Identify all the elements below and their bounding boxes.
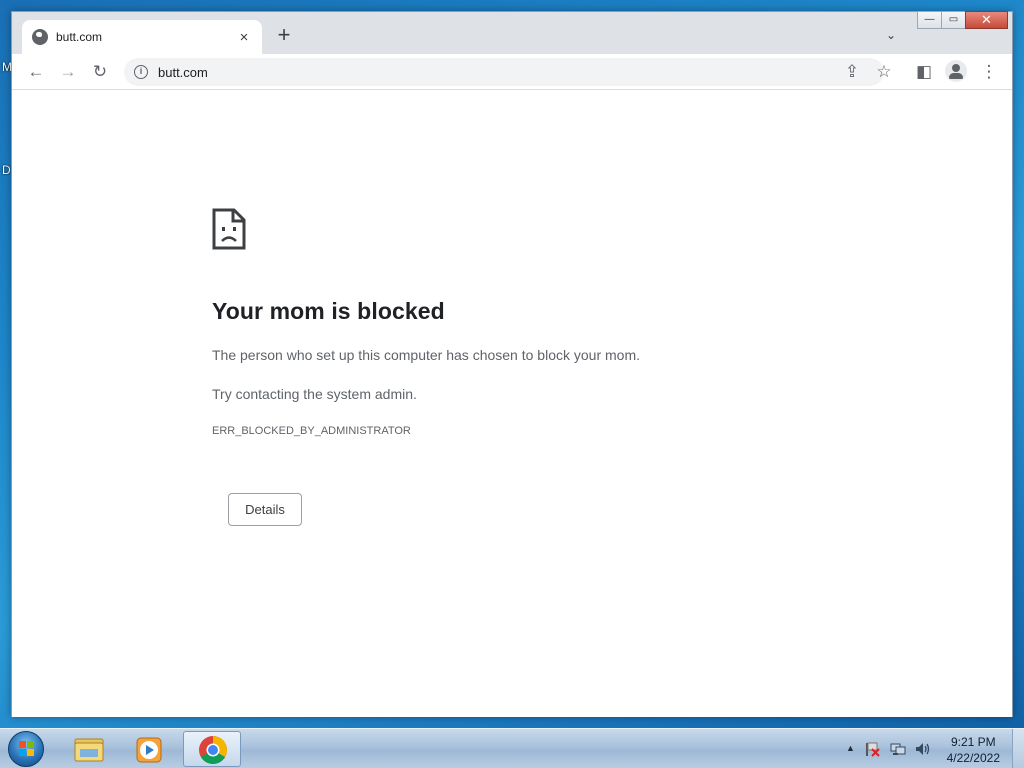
taskbar-file-explorer[interactable] (60, 731, 118, 767)
clock-time: 9:21 PM (950, 735, 996, 749)
volume-icon[interactable] (914, 741, 930, 757)
sad-document-icon (212, 208, 246, 250)
url-text[interactable]: butt.com (158, 65, 208, 80)
tab-title: butt.com (56, 30, 103, 44)
bookmark-star-icon[interactable]: ☆ (874, 62, 894, 82)
error-suggestion: Try contacting the system admin. (212, 386, 417, 402)
page-content: Your mom is blocked The person who set u… (12, 91, 1012, 717)
browser-window: butt.com × + ⌄ — ▭ ✕ ← → ↻ i butt.com ⇪ … (11, 11, 1013, 717)
windows-logo-icon (19, 741, 34, 756)
browser-toolbar: ← → ↻ i butt.com ⇪ ☆ ◧ ⋮ (12, 54, 1012, 90)
error-message: The person who set up this computer has … (212, 347, 640, 363)
action-center-flag-icon[interactable] (864, 741, 880, 757)
error-title: Your mom is blocked (212, 298, 445, 324)
folder-icon (74, 738, 104, 762)
network-icon[interactable] (890, 741, 906, 757)
globe-icon (32, 29, 48, 45)
share-icon[interactable]: ⇪ (842, 62, 862, 82)
new-tab-button[interactable]: + (274, 24, 294, 46)
show-desktop-button[interactable] (1012, 729, 1024, 768)
taskbar-media-player[interactable] (121, 731, 179, 767)
details-button[interactable]: Details (228, 493, 302, 526)
system-tray: ▲ 9:21 PM 4/22/2022 (824, 729, 1024, 768)
minimize-button[interactable]: — (917, 11, 942, 29)
menu-kebab-icon[interactable]: ⋮ (979, 62, 999, 82)
show-hidden-icons-arrow-icon[interactable]: ▲ (846, 743, 855, 753)
start-button[interactable] (8, 731, 44, 767)
site-info-icon[interactable]: i (134, 65, 148, 79)
clock[interactable]: 9:21 PM 4/22/2022 (947, 734, 1000, 766)
desktop-icon-label[interactable]: D (2, 163, 11, 177)
chrome-icon (199, 736, 227, 764)
error-code: ERR_BLOCKED_BY_ADMINISTRATOR (212, 425, 411, 437)
side-panel-icon[interactable]: ◧ (914, 62, 934, 82)
close-tab-icon[interactable]: × (236, 29, 252, 46)
back-arrow-icon[interactable]: ← (26, 62, 46, 82)
maximize-button[interactable]: ▭ (941, 11, 966, 29)
address-bar[interactable]: i butt.com (124, 58, 884, 86)
window-controls: — ▭ ✕ (917, 11, 1008, 29)
taskbar-chrome[interactable] (183, 731, 241, 767)
tab-strip: butt.com × + ⌄ — ▭ ✕ (12, 11, 1012, 54)
tab-butt-com[interactable]: butt.com × (22, 20, 262, 54)
tab-search-chevron-icon[interactable]: ⌄ (886, 28, 896, 42)
clock-date: 4/22/2022 (946, 751, 1000, 765)
forward-arrow-icon[interactable]: → (58, 62, 78, 82)
close-window-button[interactable]: ✕ (965, 11, 1008, 29)
reload-icon[interactable]: ↻ (90, 62, 110, 82)
taskbar: ▲ 9:21 PM 4/22/2022 (0, 728, 1024, 768)
media-player-icon (136, 737, 162, 763)
profile-avatar-icon[interactable] (945, 60, 967, 82)
